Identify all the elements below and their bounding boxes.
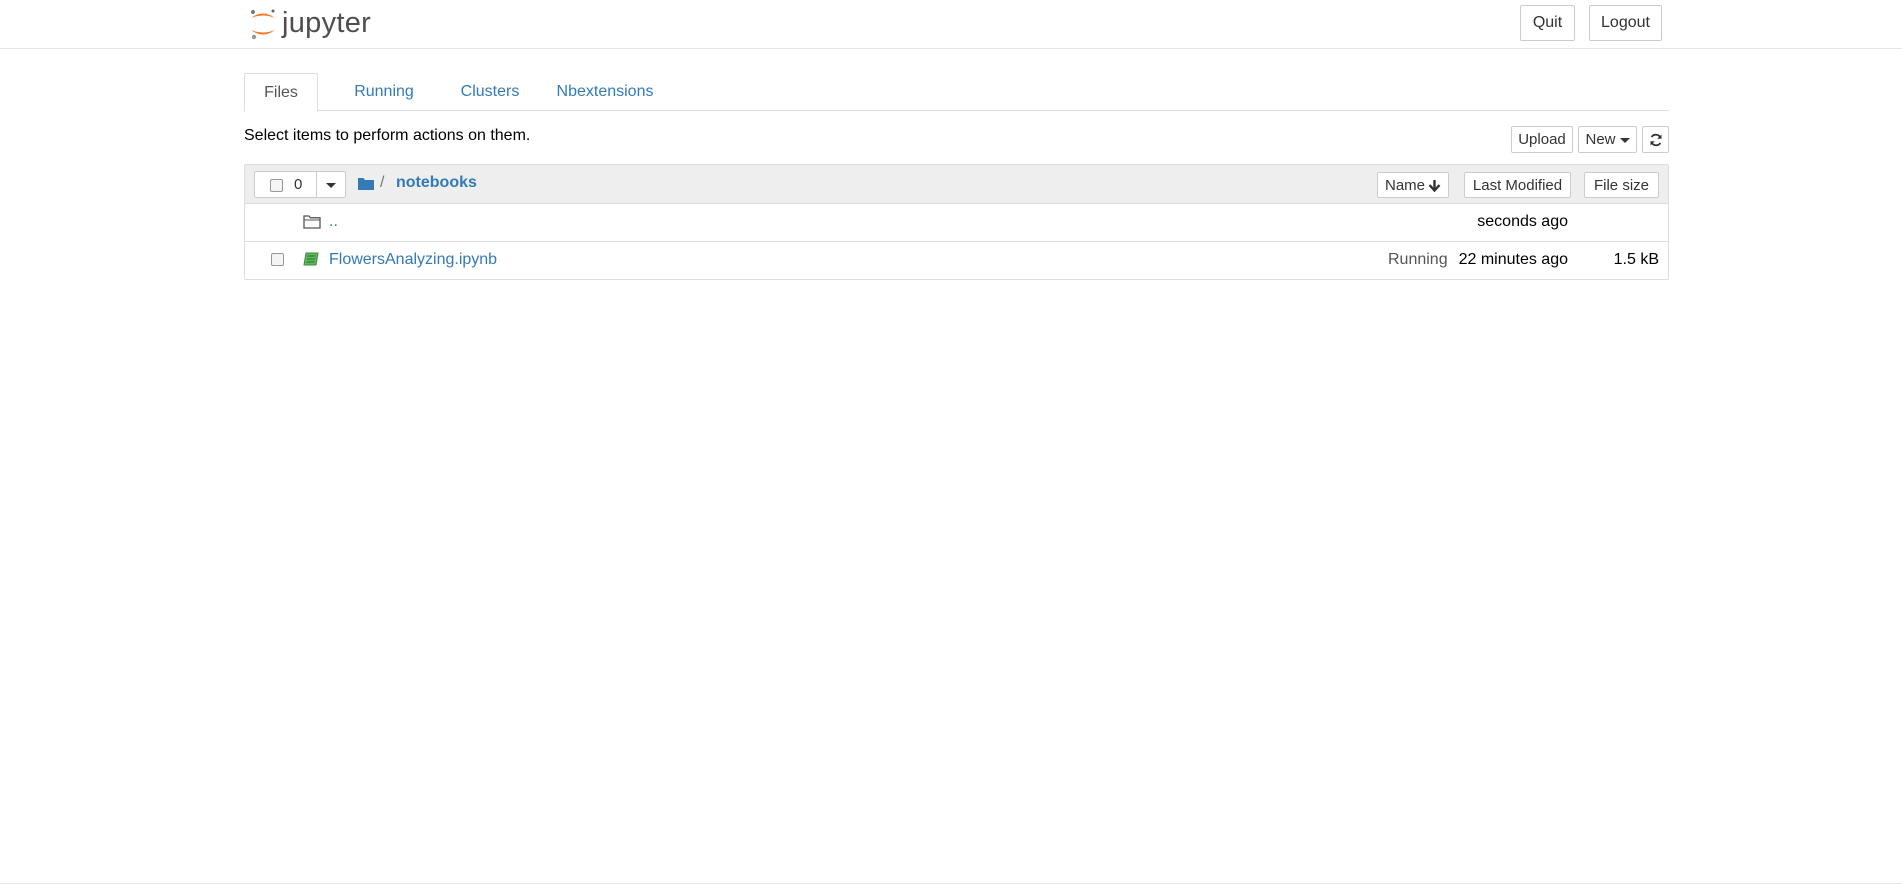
notebook-link[interactable]: FlowersAnalyzing.ipynb xyxy=(329,251,497,269)
select-dropdown-button[interactable] xyxy=(317,172,345,197)
list-item[interactable]: FlowersAnalyzing.ipynb Running 22 minute… xyxy=(245,242,1668,280)
tab-files[interactable]: Files xyxy=(244,73,318,112)
file-list: 0 / notebooks Name Last Modified File si… xyxy=(244,164,1669,280)
last-modified: seconds ago xyxy=(1477,213,1568,230)
new-button[interactable]: New xyxy=(1578,126,1637,153)
jupyter-logo[interactable]: jupyter xyxy=(248,3,371,43)
list-item[interactable]: .. seconds ago xyxy=(245,204,1668,242)
file-size: 1.5 kB xyxy=(1613,251,1659,268)
new-button-label: New xyxy=(1585,131,1616,148)
chevron-down-icon xyxy=(1619,138,1630,143)
breadcrumb-folder[interactable]: notebooks xyxy=(396,174,477,192)
folder-icon xyxy=(303,214,321,234)
logo-text: jupyter xyxy=(282,6,372,39)
jupyter-logo-icon xyxy=(251,9,275,40)
sort-by-name-button[interactable]: Name xyxy=(1377,172,1449,198)
file-list-header: 0 / notebooks Name Last Modified File si… xyxy=(245,165,1668,204)
arrow-down-icon xyxy=(1428,179,1441,192)
sort-by-modified-button[interactable]: Last Modified xyxy=(1464,172,1571,198)
refresh-icon xyxy=(1650,133,1661,146)
logout-button[interactable]: Logout xyxy=(1589,5,1662,41)
select-all-control: 0 xyxy=(254,171,346,198)
top-header: jupyter Quit Logout xyxy=(0,0,1902,49)
sort-name-label: Name xyxy=(1384,176,1425,194)
selected-count: 0 xyxy=(294,176,303,193)
breadcrumb-home[interactable] xyxy=(358,177,374,195)
upload-button[interactable]: Upload xyxy=(1511,126,1573,153)
chevron-down-icon xyxy=(326,183,336,188)
row-checkbox[interactable] xyxy=(271,253,284,266)
tab-nbextensions[interactable]: Nbextensions xyxy=(545,73,665,111)
footer-divider xyxy=(0,883,1902,884)
tab-bar: Files Running Clusters Nbextensions xyxy=(244,73,1669,112)
notebook-icon xyxy=(303,252,319,272)
tab-clusters[interactable]: Clusters xyxy=(443,73,537,111)
folder-icon xyxy=(358,178,374,190)
quit-button[interactable]: Quit xyxy=(1520,5,1575,41)
sort-by-size-button[interactable]: File size xyxy=(1584,172,1659,198)
refresh-button[interactable] xyxy=(1642,126,1669,153)
breadcrumb-separator: / xyxy=(380,174,385,191)
running-status: Running xyxy=(1388,251,1448,268)
selection-hint: Select items to perform actions on them. xyxy=(244,127,531,144)
tab-running[interactable]: Running xyxy=(340,73,428,111)
select-all-checkbox[interactable] xyxy=(270,179,283,192)
last-modified: 22 minutes ago xyxy=(1458,251,1568,268)
parent-directory-link[interactable]: .. xyxy=(329,213,338,231)
